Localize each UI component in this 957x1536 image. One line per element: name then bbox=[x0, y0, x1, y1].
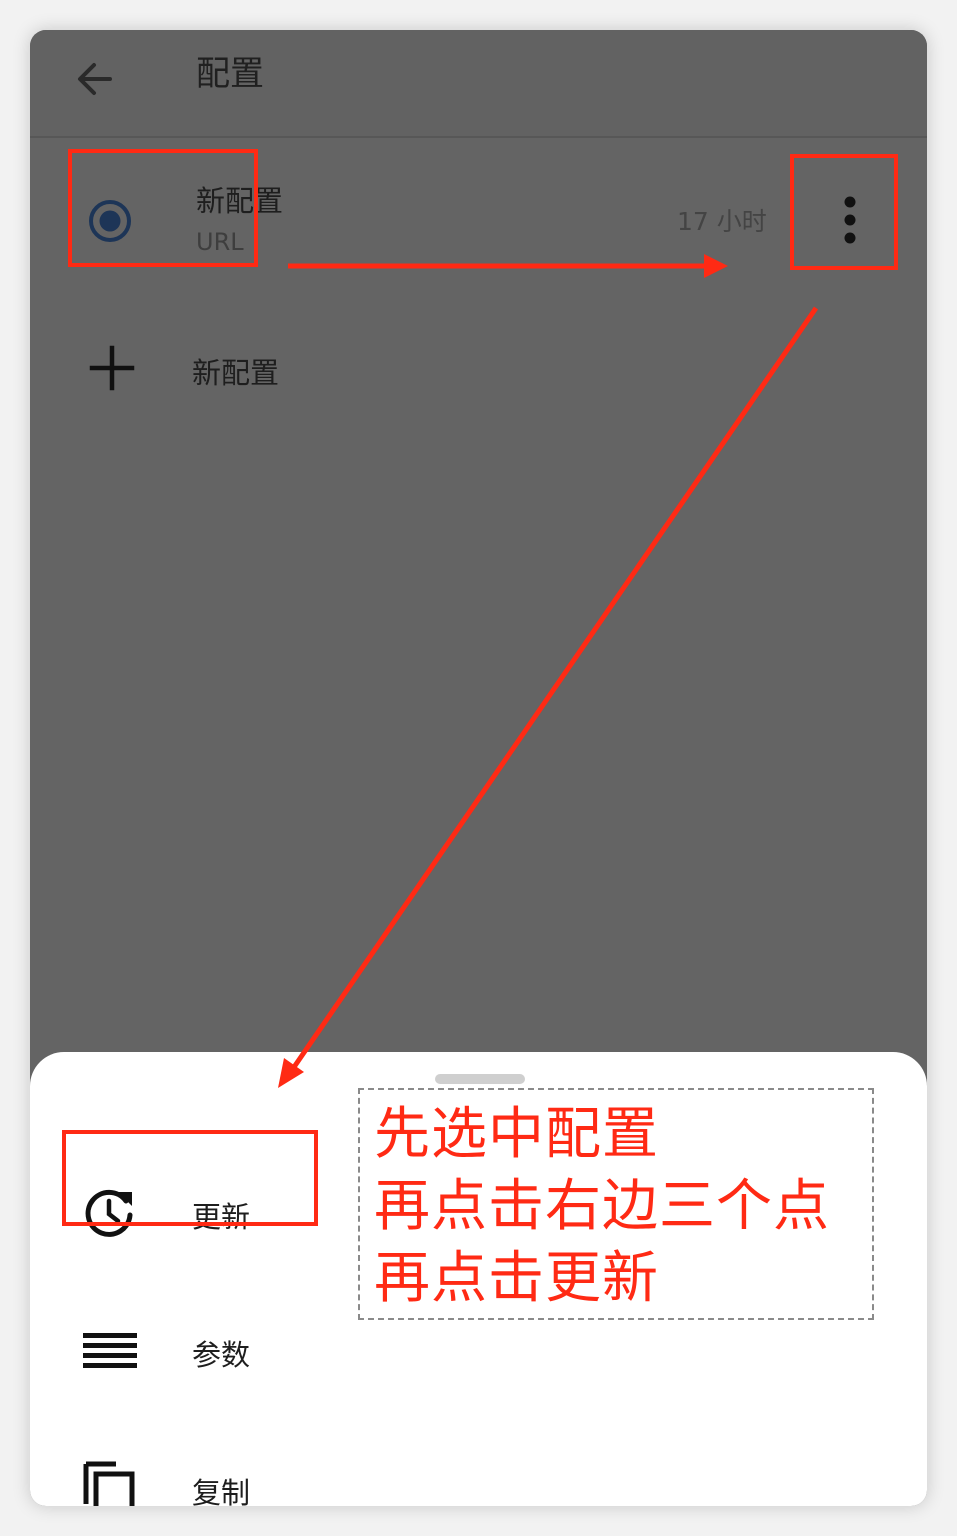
annotation-line-3: 再点击更新 bbox=[374, 1246, 659, 1311]
add-profile-label: 新配置 bbox=[192, 356, 280, 390]
add-profile-button[interactable]: 新配置 bbox=[30, 330, 927, 410]
menu-label-copy: 复制 bbox=[192, 1476, 251, 1506]
highlight-profile-box bbox=[68, 149, 258, 267]
annotation-line-1: 先选中配置 bbox=[374, 1102, 659, 1167]
sheet-drag-handle[interactable] bbox=[435, 1074, 525, 1084]
page-title: 配置 bbox=[196, 54, 264, 94]
highlight-more-box bbox=[790, 154, 898, 270]
plus-icon bbox=[89, 345, 135, 391]
menu-label-params: 参数 bbox=[192, 1338, 251, 1372]
menu-item-copy[interactable]: 复制 bbox=[30, 1438, 470, 1506]
app-bar: 配置 bbox=[30, 30, 927, 138]
annotation-line-2: 再点击右边三个点 bbox=[374, 1174, 830, 1239]
arrow-left-icon[interactable] bbox=[70, 54, 120, 104]
profile-updated-time: 17 小时 bbox=[677, 207, 767, 236]
menu-lines-icon bbox=[83, 1333, 137, 1368]
copy-icon bbox=[83, 1461, 135, 1506]
highlight-update-box bbox=[62, 1130, 318, 1226]
